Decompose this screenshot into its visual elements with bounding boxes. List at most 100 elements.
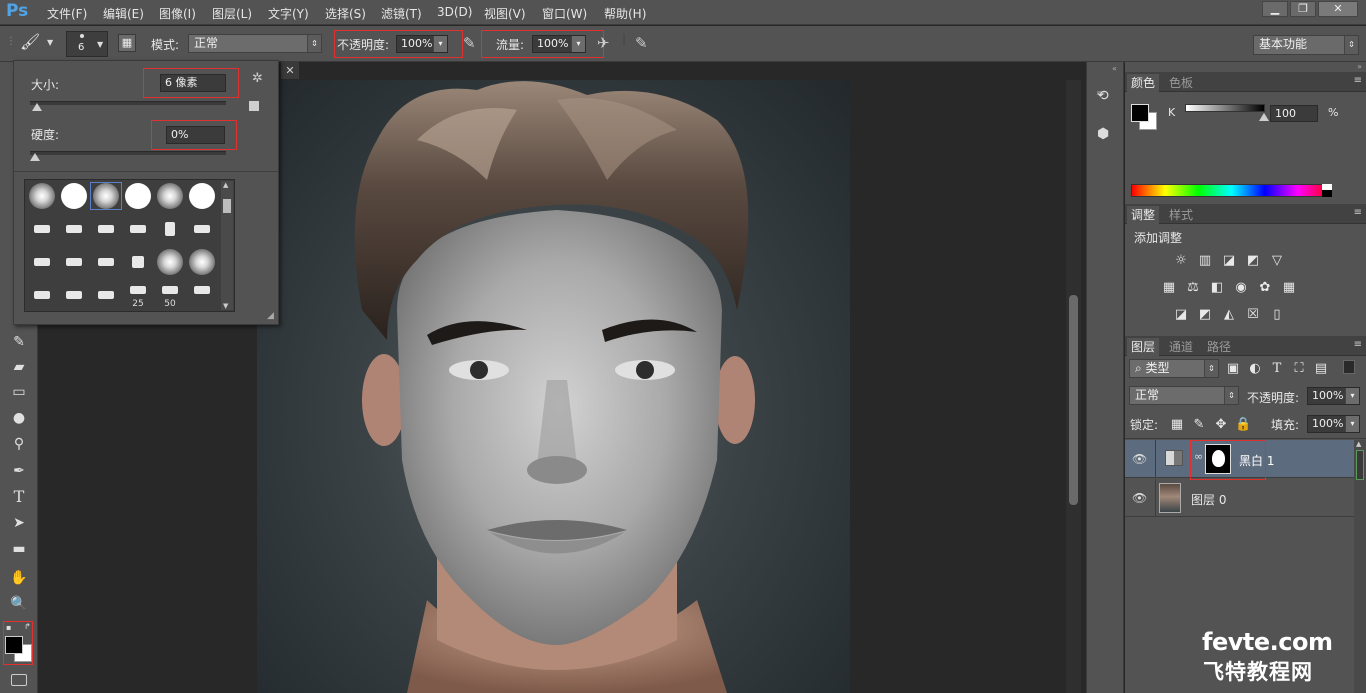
eye-icon[interactable]: 👁 [1132, 491, 1147, 505]
black-swatch[interactable] [1322, 190, 1332, 197]
filter-toggle[interactable] [1343, 360, 1355, 374]
vibrance-icon[interactable]: ▽ [1269, 254, 1285, 268]
scrollbar-thumb[interactable] [1069, 295, 1078, 505]
menu-type[interactable]: 文字(Y) [268, 5, 309, 22]
hardness-slider-thumb[interactable] [30, 153, 40, 161]
properties-icon[interactable]: ⬢ [1097, 126, 1109, 142]
menu-select[interactable]: 选择(S) [325, 5, 366, 22]
panel-menu-icon[interactable]: ≡ [1354, 339, 1362, 350]
curves-icon[interactable]: ◪ [1221, 254, 1237, 268]
brush-preset[interactable] [58, 182, 90, 210]
chevron-down-icon[interactable]: ▾ [1345, 388, 1359, 404]
tab-swatches[interactable]: 色板 [1165, 74, 1197, 92]
brush-preset[interactable] [26, 281, 58, 309]
airbrush-icon[interactable]: ✈ [597, 34, 610, 52]
default-colors-icon[interactable]: ▪ [6, 623, 11, 632]
channel-mixer-icon[interactable]: ✿ [1257, 281, 1273, 295]
workspace-dropdown[interactable]: 基本功能 ⇕ [1253, 35, 1359, 55]
tab-layers[interactable]: 图层 [1127, 338, 1160, 356]
chevron-down-icon[interactable]: ▾ [433, 36, 447, 52]
scroll-up-icon[interactable]: ▲ [223, 181, 228, 189]
lock-transparent-icon[interactable]: ▦ [1169, 418, 1185, 432]
type-icon[interactable]: T [9, 487, 29, 507]
tab-channels[interactable]: 通道 [1165, 338, 1197, 356]
scrollbar-thumb[interactable] [1356, 450, 1364, 480]
menu-3d[interactable]: 3D(D) [437, 5, 472, 19]
brush-preset[interactable] [186, 248, 218, 276]
brush-preset[interactable] [122, 248, 154, 276]
filter-adjustment-icon[interactable]: ◐ [1247, 362, 1263, 376]
tab-color[interactable]: 颜色 [1127, 74, 1160, 92]
brush-preset[interactable] [154, 248, 186, 276]
panel-menu-icon[interactable]: ≡ [1354, 75, 1362, 86]
blend-mode-dropdown[interactable]: 正常 ⇕ [1129, 386, 1239, 405]
tab-adjustments[interactable]: 调整 [1127, 206, 1160, 224]
brush-preset[interactable] [26, 182, 58, 210]
brush-preset[interactable] [154, 215, 186, 243]
selective-color-icon[interactable]: ☒ [1245, 308, 1261, 322]
tab-styles[interactable]: 样式 [1165, 206, 1197, 224]
chevron-down-icon[interactable]: ▾ [1345, 416, 1359, 432]
document-canvas[interactable] [257, 80, 850, 693]
restore-icon[interactable]: ❐ [1290, 1, 1316, 17]
brush-preset[interactable] [186, 215, 218, 243]
brush-preset[interactable] [58, 281, 90, 309]
brightness-icon[interactable]: ☼ [1173, 254, 1189, 268]
filter-type-icon[interactable]: T [1269, 362, 1285, 376]
panel-menu-icon[interactable]: ≡ [1354, 207, 1362, 218]
filter-shape-icon[interactable]: ⛶ [1291, 362, 1307, 376]
close-icon[interactable]: ✕ [281, 62, 299, 79]
minimize-icon[interactable]: ▁ [1262, 1, 1288, 17]
dodge-icon[interactable]: ⚲ [9, 434, 29, 454]
menu-image[interactable]: 图像(I) [159, 5, 196, 22]
brush-preset[interactable] [90, 281, 122, 309]
collapse-icon[interactable]: » [1357, 62, 1362, 71]
quick-mask-icon[interactable] [11, 674, 27, 686]
size-slider-track[interactable] [30, 101, 226, 105]
brush-preset[interactable] [90, 248, 122, 276]
pressure-opacity-icon[interactable]: ✎ [463, 34, 476, 52]
scrollbar-thumb[interactable] [223, 199, 231, 213]
chevron-down-icon[interactable]: ▾ [571, 36, 585, 52]
layer-row[interactable]: 👁 图层 0 [1125, 479, 1354, 517]
scroll-down-icon[interactable]: ▼ [223, 302, 228, 310]
exposure-icon[interactable]: ◩ [1245, 254, 1261, 268]
layer-name[interactable]: 图层 0 [1191, 491, 1226, 508]
chain-link-icon[interactable]: ∞ [1194, 450, 1203, 463]
menu-layer[interactable]: 图层(L) [212, 5, 252, 22]
brush-preset[interactable] [26, 215, 58, 243]
hue-saturation-icon[interactable]: ▦ [1161, 281, 1177, 295]
brush-tool-icon[interactable]: 🖌 [20, 32, 40, 51]
size-slider-thumb[interactable] [31, 103, 42, 111]
black-white-icon[interactable]: ◧ [1209, 281, 1225, 295]
layer-mask-thumbnail[interactable] [1205, 444, 1231, 474]
mode-dropdown[interactable]: 正常 ⇕ [188, 34, 322, 53]
tab-paths[interactable]: 路径 [1203, 338, 1235, 356]
brush-panel-toggle-icon[interactable]: ▦ [118, 34, 136, 52]
k-value-input[interactable]: 100 [1270, 105, 1318, 122]
collapse-icon[interactable]: « [1112, 64, 1117, 73]
brush-preset[interactable] [26, 248, 58, 276]
size-input[interactable]: 6 像素 [160, 74, 226, 92]
history-icon[interactable]: ⟲ [1097, 88, 1109, 104]
layer-row-selected[interactable]: 👁 ∞ 黑白 1 [1125, 440, 1354, 480]
k-slider-track[interactable] [1185, 104, 1265, 112]
gradient-icon[interactable]: ▭ [9, 382, 29, 402]
brush-preset[interactable] [186, 281, 218, 309]
color-spectrum-bar[interactable] [1131, 184, 1332, 197]
hand-icon[interactable]: ✋ [9, 568, 29, 588]
hardness-slider-track[interactable] [30, 151, 226, 155]
menu-view[interactable]: 视图(V) [484, 5, 526, 22]
threshold-icon[interactable]: ◭ [1221, 308, 1237, 322]
menu-edit[interactable]: 编辑(E) [103, 5, 144, 22]
path-select-icon[interactable]: ➤ [9, 513, 29, 533]
brush-preset[interactable] [58, 215, 90, 243]
lock-image-icon[interactable]: ✎ [1191, 418, 1207, 432]
brush-icon[interactable]: ✎ [9, 332, 29, 352]
layer-opacity-input[interactable]: 100% ▾ [1307, 387, 1360, 405]
pen-icon[interactable]: ✒ [9, 461, 29, 481]
close-icon[interactable]: ✕ [1318, 1, 1358, 17]
menu-window[interactable]: 窗口(W) [542, 5, 587, 22]
filter-smart-icon[interactable]: ▤ [1313, 362, 1329, 376]
filter-pixel-icon[interactable]: ▣ [1225, 362, 1241, 376]
